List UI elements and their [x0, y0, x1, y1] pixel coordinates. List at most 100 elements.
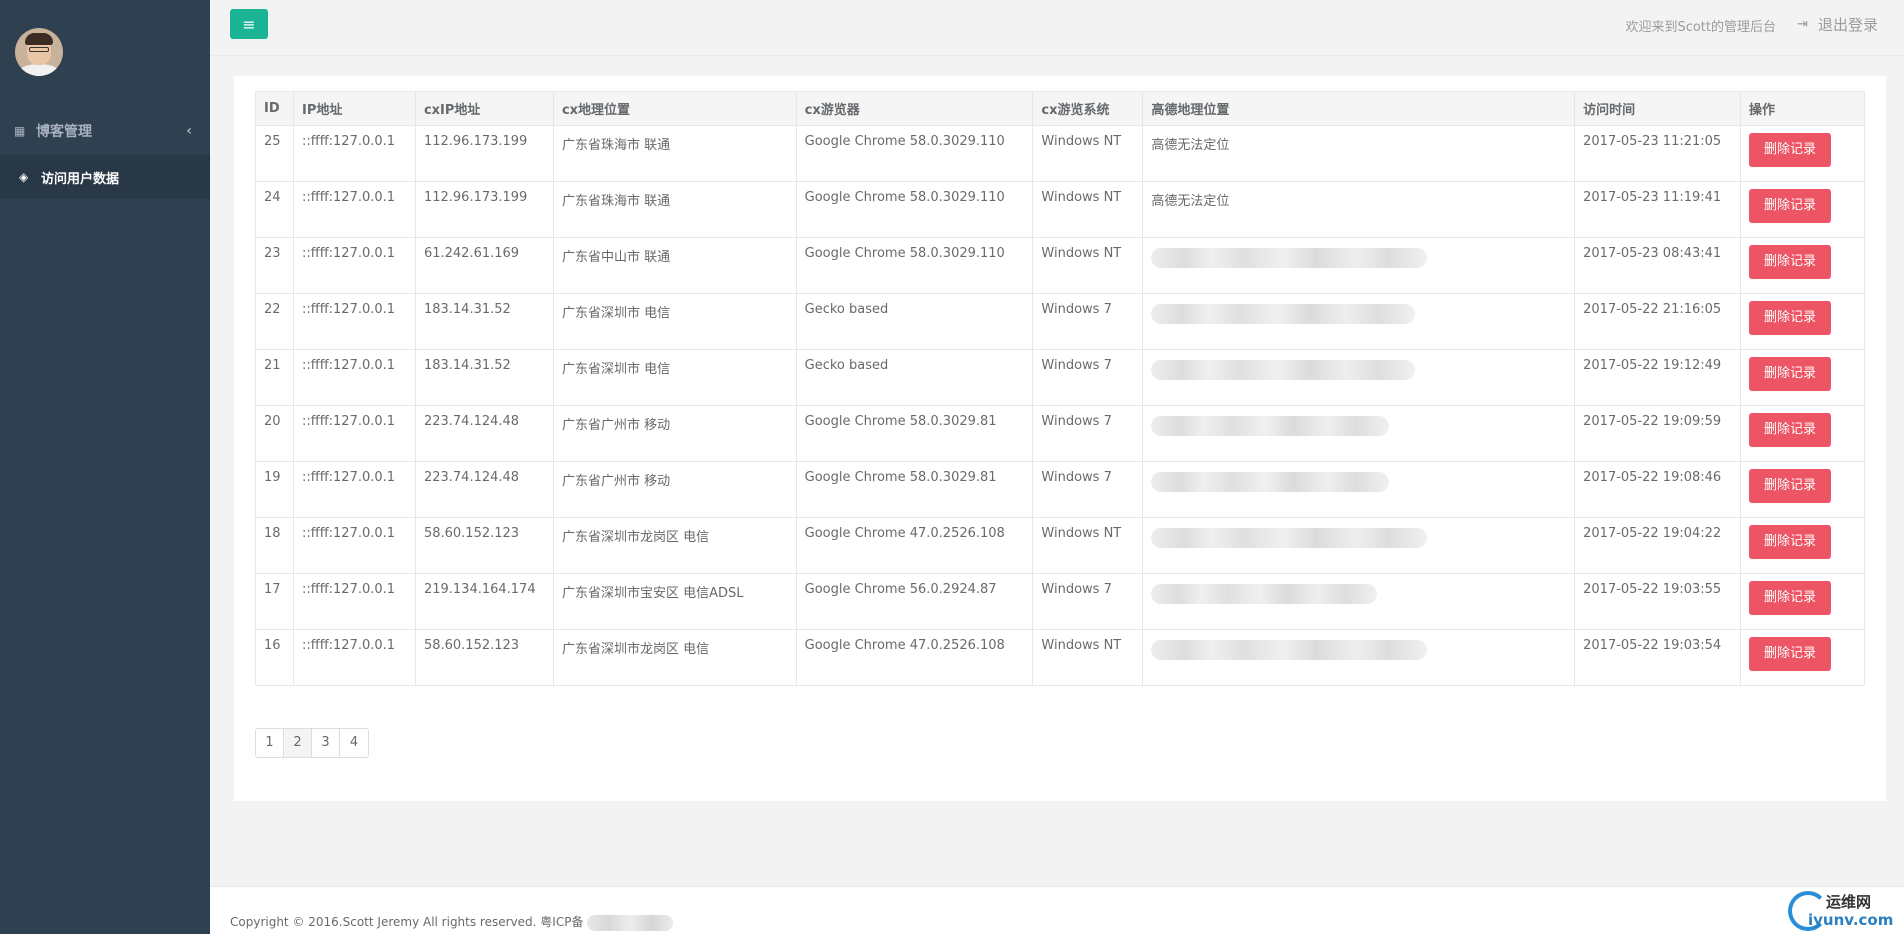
cell-browser: Google Chrome 58.0.3029.81: [795, 405, 1034, 462]
cell-ip: ::ffff:127.0.0.1: [292, 517, 416, 574]
cell-cx-location: 广东省广州市 移动: [552, 461, 797, 518]
sidebar-item-label: 访问用户数据: [41, 171, 120, 187]
sidebar-item-blog-management[interactable]: ▦ 博客管理 ‹: [0, 109, 210, 153]
delete-record-button[interactable]: 删除记录: [1748, 525, 1831, 559]
logout-link[interactable]: ⇥ 退出登录: [1797, 14, 1878, 35]
cell-browser: Google Chrome 58.0.3029.110: [795, 125, 1034, 182]
cell-ip: ::ffff:127.0.0.1: [292, 461, 416, 518]
cell-cx-location: 广东省深圳市龙岗区 电信: [552, 517, 797, 574]
cell-amap-location: [1142, 461, 1576, 518]
cell-ip: ::ffff:127.0.0.1: [292, 629, 416, 686]
delete-record-button[interactable]: 删除记录: [1748, 413, 1831, 447]
column-header: cx游览器: [795, 91, 1034, 126]
cell-visit-time: 2017-05-22 21:16:05: [1574, 293, 1741, 350]
sidebar-item-label: 博客管理: [36, 124, 92, 140]
column-header: 操作: [1739, 91, 1866, 126]
cell-browser: Google Chrome 58.0.3029.110: [795, 181, 1034, 238]
redacted-location: [1151, 640, 1428, 660]
cell-os: Windows 7: [1032, 293, 1144, 350]
redacted-location: [1151, 472, 1390, 492]
table-row: 25::ffff:127.0.0.1 112.96.173.199 广东省珠海市 联…: [255, 125, 1866, 182]
copyright-text: Copyright © 2016.Scott Jeremy All rights…: [230, 913, 674, 931]
avatar[interactable]: [15, 28, 63, 76]
cell-cx-location: 广东省深圳市宝安区 电信ADSL: [552, 573, 797, 630]
delete-record-button[interactable]: 删除记录: [1748, 133, 1831, 167]
cell-os: Windows NT: [1032, 181, 1144, 238]
cell-amap-location: [1142, 517, 1576, 574]
cell-cx-ip: 112.96.173.199: [414, 125, 554, 182]
cell-amap-location: 高德无法定位: [1142, 125, 1576, 182]
table-header-row: ID IP地址 cxIP地址 cx地理位置 cx游览器 cx游览系统 高德地理位…: [255, 91, 1866, 126]
table-row: 20::ffff:127.0.0.1 223.74.124.48 广东省广州市 移动…: [255, 405, 1866, 462]
delete-record-button[interactable]: 删除记录: [1748, 189, 1831, 223]
column-header: cx游览系统: [1032, 91, 1144, 126]
cell-action: 删除记录: [1739, 237, 1866, 294]
cell-cx-location: 广东省深圳市 电信: [552, 349, 797, 406]
cell-browser: Google Chrome 47.0.2526.108: [795, 517, 1034, 574]
cell-amap-location: [1142, 349, 1576, 406]
top-navbar: ≡ 欢迎来到Scott的管理后台 ⇥ 退出登录: [210, 0, 1904, 56]
delete-record-button[interactable]: 删除记录: [1748, 581, 1831, 615]
cell-cx-ip: 112.96.173.199: [414, 181, 554, 238]
grid-icon: ▦: [14, 124, 26, 138]
cell-id: 18: [255, 517, 294, 574]
column-header: cxIP地址: [414, 91, 554, 126]
cell-os: Windows NT: [1032, 237, 1144, 294]
column-header: IP地址: [292, 91, 416, 126]
cell-cx-ip: 61.242.61.169: [414, 237, 554, 294]
cell-ip: ::ffff:127.0.0.1: [292, 125, 416, 182]
delete-record-button[interactable]: 删除记录: [1748, 637, 1831, 671]
cell-action: 删除记录: [1739, 125, 1866, 182]
menu-toggle-button[interactable]: ≡: [230, 9, 268, 39]
cell-id: 16: [255, 629, 294, 686]
cell-ip: ::ffff:127.0.0.1: [292, 349, 416, 406]
redacted-location: [1151, 248, 1428, 268]
cell-cx-ip: 58.60.152.123: [414, 517, 554, 574]
cell-cx-location: 广东省深圳市龙岗区 电信: [552, 629, 797, 686]
cell-cx-location: 广东省深圳市 电信: [552, 293, 797, 350]
table-row: 21::ffff:127.0.0.1 183.14.31.52 广东省深圳市 电信 G…: [255, 349, 1866, 406]
page-link-current[interactable]: 2: [284, 729, 312, 757]
delete-record-button[interactable]: 删除记录: [1748, 301, 1831, 335]
redacted-icp-number: [587, 914, 674, 931]
cell-id: 23: [255, 237, 294, 294]
cell-action: 删除记录: [1739, 461, 1866, 518]
cell-ip: ::ffff:127.0.0.1: [292, 405, 416, 462]
cell-visit-time: 2017-05-23 11:21:05: [1574, 125, 1741, 182]
cell-browser: Google Chrome 58.0.3029.81: [795, 461, 1034, 518]
delete-record-button[interactable]: 删除记录: [1748, 357, 1831, 391]
cell-visit-time: 2017-05-23 08:43:41: [1574, 237, 1741, 294]
cell-cx-location: 广东省中山市 联通: [552, 237, 797, 294]
cell-amap-location: [1142, 405, 1576, 462]
table-row: 16::ffff:127.0.0.1 58.60.152.123 广东省深圳市龙岗区…: [255, 629, 1866, 686]
cell-amap-location: [1142, 573, 1576, 630]
page-link[interactable]: 4: [340, 729, 368, 757]
cell-visit-time: 2017-05-22 19:03:54: [1574, 629, 1741, 686]
logout-label: 退出登录: [1817, 16, 1878, 34]
page-link[interactable]: 1: [256, 729, 284, 757]
cell-action: 删除记录: [1739, 405, 1866, 462]
cell-id: 24: [255, 181, 294, 238]
table-row: 18::ffff:127.0.0.1 58.60.152.123 广东省深圳市龙岗区…: [255, 517, 1866, 574]
welcome-text: 欢迎来到Scott的管理后台: [1625, 20, 1776, 35]
cell-cx-ip: 219.134.164.174: [414, 573, 554, 630]
diamond-icon: ◈: [19, 170, 29, 184]
page-link[interactable]: 3: [312, 729, 340, 757]
visitor-table: ID IP地址 cxIP地址 cx地理位置 cx游览器 cx游览系统 高德地理位…: [255, 91, 1866, 686]
cell-os: Windows 7: [1032, 349, 1144, 406]
cell-action: 删除记录: [1739, 517, 1866, 574]
cell-amap-location: [1142, 237, 1576, 294]
delete-record-button[interactable]: 删除记录: [1748, 469, 1831, 503]
column-header: 访问时间: [1574, 91, 1741, 126]
cell-os: Windows 7: [1032, 573, 1144, 630]
cell-cx-location: 广东省珠海市 联通: [552, 181, 797, 238]
footer: Copyright © 2016.Scott Jeremy All rights…: [210, 886, 1904, 934]
chevron-left-icon: ‹: [186, 123, 192, 139]
sidebar-item-visitor-data[interactable]: ◈ 访问用户数据: [0, 155, 210, 199]
delete-record-button[interactable]: 删除记录: [1748, 245, 1831, 279]
cell-cx-ip: 183.14.31.52: [414, 349, 554, 406]
cell-amap-location: 高德无法定位: [1142, 181, 1576, 238]
cell-id: 20: [255, 405, 294, 462]
cell-visit-time: 2017-05-22 19:12:49: [1574, 349, 1741, 406]
cell-browser: Gecko based: [795, 293, 1034, 350]
